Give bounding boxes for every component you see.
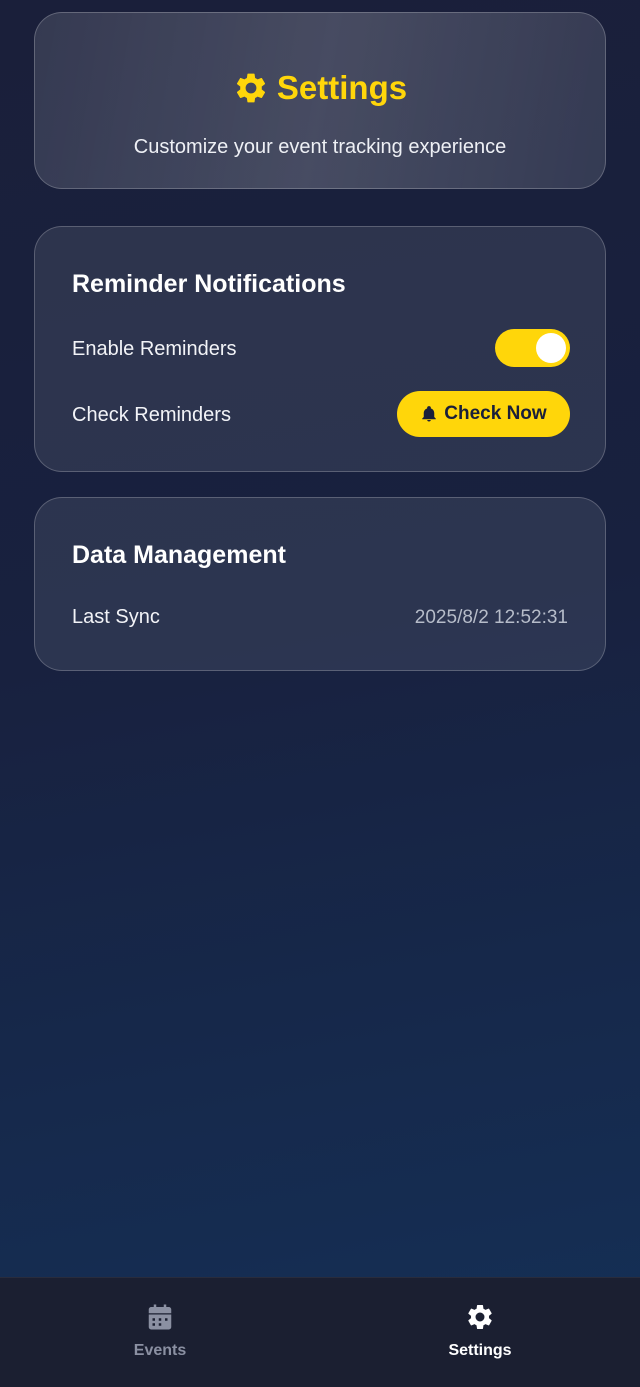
check-now-button[interactable]: Check Now [397, 391, 570, 437]
nav-label-events: Events [133, 1342, 187, 1359]
nav-label-settings: Settings [448, 1342, 512, 1359]
enable-reminders-label: Enable Reminders [72, 338, 237, 360]
enable-reminders-toggle[interactable] [495, 329, 570, 367]
settings-header-card: Settings Customize your event tracking e… [34, 12, 606, 189]
page-subtitle: Customize your event tracking experience [133, 136, 507, 158]
nav-item-events[interactable]: Events [80, 1302, 240, 1360]
nav-item-settings[interactable]: Settings [400, 1302, 560, 1360]
data-management-card: Data Management Last Sync 2025/8/2 12:52… [34, 497, 606, 671]
check-now-label: Check Now [444, 403, 547, 424]
bell-icon [422, 406, 437, 422]
bottom-nav: Events Settings [0, 1277, 640, 1387]
check-reminders-label: Check Reminders [72, 404, 231, 426]
data-section-title: Data Management [72, 541, 286, 569]
gear-icon [468, 1305, 492, 1329]
reminder-section-title: Reminder Notifications [72, 270, 346, 298]
page-title: Settings [35, 69, 605, 107]
calendar-icon [148, 1304, 172, 1330]
reminder-notifications-card: Reminder Notifications Enable Reminders … [34, 226, 606, 472]
gear-icon [236, 73, 265, 103]
last-sync-value: 2025/8/2 12:52:31 [414, 607, 568, 628]
toggle-knob [536, 333, 566, 363]
last-sync-label: Last Sync [72, 606, 160, 628]
page-title-text: Settings [276, 69, 408, 106]
